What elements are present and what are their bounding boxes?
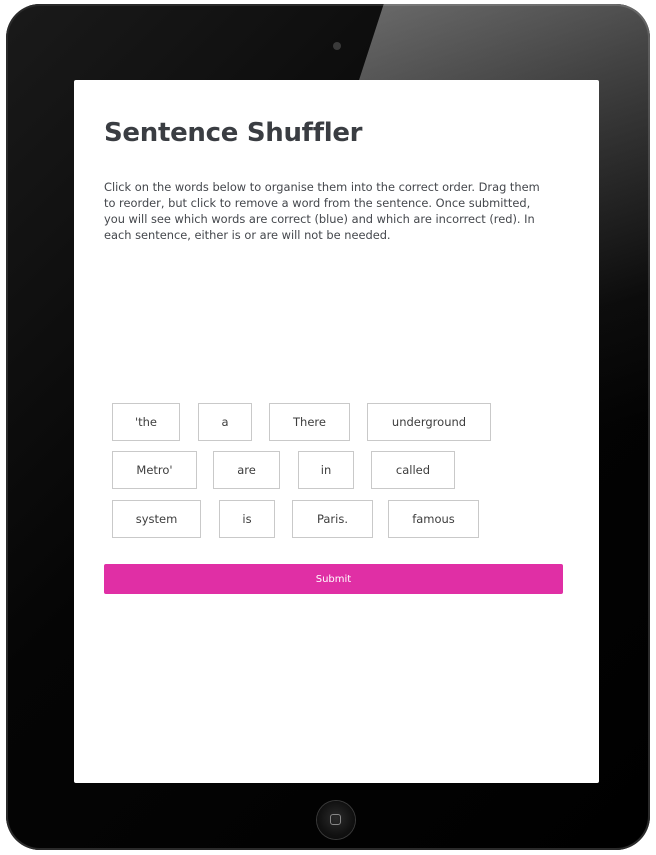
tablet-frame: Sentence Shuffler Click on the words bel… bbox=[6, 4, 650, 850]
word-tile[interactable]: a bbox=[198, 403, 252, 441]
word-tile[interactable]: called bbox=[371, 451, 455, 489]
word-tile[interactable]: underground bbox=[367, 403, 491, 441]
home-button[interactable] bbox=[317, 801, 355, 839]
word-tile[interactable]: system bbox=[112, 500, 201, 538]
submit-button[interactable]: Submit bbox=[104, 564, 563, 594]
home-square-icon bbox=[330, 814, 341, 825]
word-tile[interactable]: are bbox=[213, 451, 280, 489]
word-tile[interactable]: Metro' bbox=[112, 451, 197, 489]
word-tile[interactable]: famous bbox=[388, 500, 479, 538]
word-tile[interactable]: is bbox=[219, 500, 275, 538]
app-screen: Sentence Shuffler Click on the words bel… bbox=[74, 80, 599, 783]
instructions-text: Click on the words below to organise the… bbox=[104, 180, 540, 242]
word-tile[interactable]: There bbox=[269, 403, 350, 441]
camera-icon bbox=[333, 42, 341, 50]
word-tile[interactable]: Paris. bbox=[292, 500, 373, 538]
word-tile[interactable]: in bbox=[298, 451, 354, 489]
word-tile[interactable]: 'the bbox=[112, 403, 180, 441]
page-title: Sentence Shuffler bbox=[104, 118, 363, 148]
